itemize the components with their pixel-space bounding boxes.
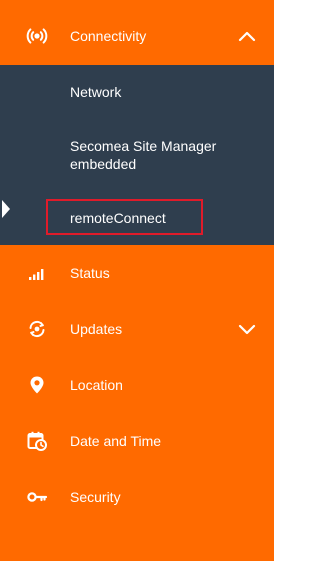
signal-bars-icon: [26, 262, 48, 284]
submenu-item-secomea-site-manager[interactable]: Secomea Site Manager embedded: [0, 137, 274, 177]
menu-item-status[interactable]: Status: [0, 245, 274, 301]
menu-item-location[interactable]: Location: [0, 357, 274, 413]
calendar-clock-icon: [26, 430, 48, 452]
connectivity-icon: [26, 25, 48, 47]
menu-item-connectivity[interactable]: Connectivity: [0, 8, 274, 64]
menu-item-updates-label: Updates: [70, 321, 123, 337]
submenu-item-secomea-label: Secomea Site Manager embedded: [70, 138, 217, 172]
menu-item-location-label: Location: [70, 377, 123, 393]
sync-gear-icon: [26, 318, 48, 340]
menu-item-status-label: Status: [70, 265, 110, 281]
menu-item-security[interactable]: Security: [0, 469, 274, 525]
key-icon: [26, 486, 48, 508]
chevron-down-icon[interactable]: [236, 318, 258, 340]
menu-item-connectivity-label: Connectivity: [70, 28, 147, 44]
menu-item-date-time[interactable]: Date and Time: [0, 413, 274, 469]
chevron-up-icon[interactable]: [236, 25, 258, 47]
location-pin-icon: [26, 374, 48, 396]
menu-item-updates[interactable]: Updates: [0, 301, 274, 357]
menu-item-date-time-label: Date and Time: [70, 433, 162, 449]
menu-item-security-label: Security: [70, 489, 121, 505]
highlight-box: [46, 199, 203, 235]
submenu-item-network[interactable]: Network: [0, 83, 274, 105]
active-item-marker: [2, 200, 10, 218]
submenu-item-network-label: Network: [70, 84, 122, 100]
sidebar-menu: Connectivity Network Secomea Site Manage…: [0, 0, 274, 561]
